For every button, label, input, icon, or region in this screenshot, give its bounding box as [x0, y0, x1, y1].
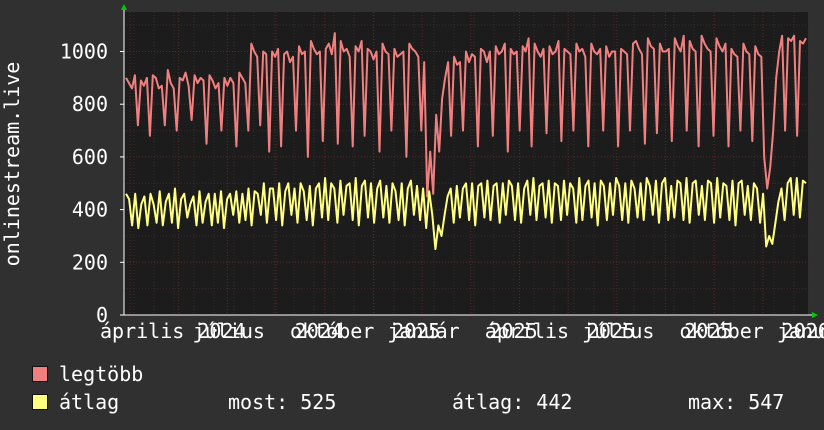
stat-max: max: 547: [688, 390, 784, 414]
y-tick-label: 400: [72, 198, 108, 222]
y-tick-label: 1000: [60, 40, 108, 64]
x-tick-label: 2024: [295, 319, 343, 343]
chart: 02004006008001000április július2024 októbe…: [0, 4, 824, 343]
y-axis-arrow: [121, 4, 127, 10]
legend-swatch-max: [32, 366, 48, 382]
legend-label-max: legtöbb: [59, 362, 144, 386]
stat-current: most: 525: [228, 390, 336, 414]
x-tick-label: 2026: [782, 319, 824, 343]
stat-current-value: 525: [300, 390, 337, 414]
legend-label-avg: átlag: [59, 390, 120, 414]
stat-average-value: 442: [536, 390, 573, 414]
x-tick-label: 2025: [489, 319, 537, 343]
y-tick-label: 600: [72, 145, 108, 169]
x-tick-label: 2025: [392, 319, 440, 343]
legend-swatch-avg: [32, 394, 48, 410]
y-tick-label: 800: [72, 92, 108, 116]
stat-average: átlag: 442: [452, 390, 572, 414]
y-tick-label: 200: [72, 250, 108, 274]
x-tick-label: 2025: [684, 319, 732, 343]
x-tick-label: 2025: [587, 319, 635, 343]
x-tick-label: 2024: [197, 319, 245, 343]
y-axis-label: onlinestream.live: [0, 62, 24, 267]
legend-row-avg: átlag most: 525 átlag: 442 max: 547: [32, 390, 812, 414]
stat-max-value: 547: [748, 390, 785, 414]
stat-current-label: most:: [228, 390, 289, 414]
stat-average-label: átlag:: [452, 390, 525, 414]
x-tick-label: április: [100, 319, 184, 343]
x-axis-arrow: [812, 312, 818, 318]
stat-max-label: max:: [688, 390, 737, 414]
